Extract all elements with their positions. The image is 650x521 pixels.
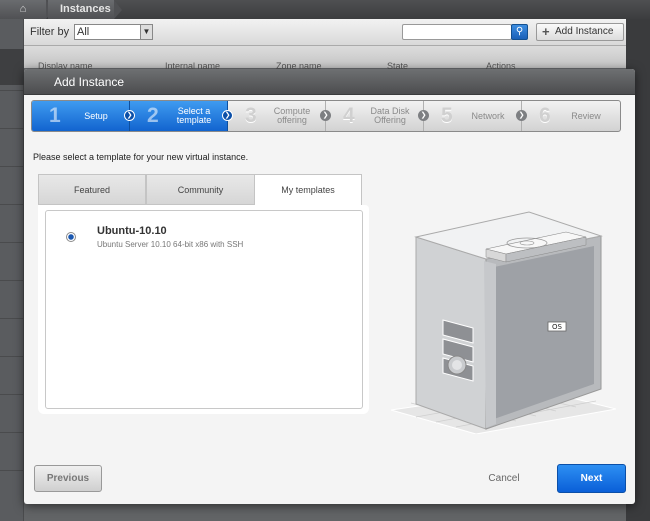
cancel-button[interactable]: Cancel bbox=[474, 469, 534, 489]
nav-divider bbox=[0, 242, 24, 243]
plus-icon: + bbox=[542, 24, 550, 39]
tab-featured[interactable]: Featured bbox=[38, 174, 146, 205]
step-label: Select a template bbox=[168, 107, 220, 125]
template-list: Ubuntu-10.10 Ubuntu Server 10.10 64-bit … bbox=[45, 210, 363, 409]
filter-select-value: All bbox=[77, 26, 90, 38]
step-number: 2 bbox=[147, 104, 159, 127]
next-button[interactable]: Next bbox=[557, 464, 626, 493]
filter-toolbar: Filter by All ▼ ⚲ + Add Instance bbox=[24, 19, 626, 46]
home-breadcrumb[interactable]: ⌂ bbox=[0, 0, 54, 19]
step-compute-offering[interactable]: 3 Compute offering ❯ bbox=[228, 101, 331, 131]
chevron-right-icon: ❯ bbox=[124, 110, 135, 121]
step-data-disk-offering[interactable]: 4 Data Disk Offering ❯ bbox=[326, 101, 429, 131]
search-icon: ⚲ bbox=[515, 26, 524, 37]
chevron-right-icon: ❯ bbox=[320, 110, 331, 121]
top-breadcrumb-bar: ⌂ Instances bbox=[0, 0, 650, 19]
template-radio[interactable] bbox=[66, 232, 76, 242]
step-number: 3 bbox=[245, 104, 257, 127]
search-button[interactable]: ⚲ bbox=[511, 24, 528, 40]
step-label-line2: Offering bbox=[374, 115, 406, 125]
step-number: 1 bbox=[49, 104, 61, 127]
step-label: Review bbox=[571, 111, 601, 121]
chevron-right-icon: ❯ bbox=[222, 110, 233, 121]
nav-divider bbox=[0, 204, 24, 205]
tab-community[interactable]: Community bbox=[146, 174, 255, 205]
template-panel: Ubuntu-10.10 Ubuntu Server 10.10 64-bit … bbox=[38, 205, 369, 414]
nav-divider bbox=[0, 394, 24, 395]
template-tabs: Featured Community My templates bbox=[38, 174, 362, 207]
nav-divider bbox=[0, 280, 24, 281]
add-instance-label: Add Instance bbox=[555, 26, 614, 37]
previous-button[interactable]: Previous bbox=[34, 465, 102, 492]
step-select-template[interactable]: 2 Select a template ❯ bbox=[130, 101, 233, 131]
step-network[interactable]: 5 Network ❯ bbox=[424, 101, 527, 131]
filter-select[interactable]: All ▼ bbox=[74, 24, 153, 40]
chevron-down-icon: ▼ bbox=[140, 25, 152, 39]
illustration-os-label: OS bbox=[552, 323, 563, 331]
step-number: 5 bbox=[441, 104, 453, 127]
step-setup[interactable]: 1 Setup ❯ bbox=[32, 101, 135, 131]
add-instance-dialog: Add Instance 1 Setup ❯ 2 Select a templat… bbox=[24, 69, 635, 504]
breadcrumb-instances[interactable]: Instances bbox=[48, 0, 122, 19]
dialog-title: Add Instance bbox=[24, 69, 635, 95]
nav-divider bbox=[0, 470, 24, 471]
nav-item-selected[interactable] bbox=[0, 49, 24, 85]
background-footer bbox=[24, 504, 626, 521]
nav-divider bbox=[0, 166, 24, 167]
step-label: Network bbox=[471, 111, 505, 121]
tab-my-templates[interactable]: My templates bbox=[254, 174, 362, 207]
grid-header: Display name Internal name Zone name Sta… bbox=[24, 46, 626, 71]
step-number: 4 bbox=[343, 104, 355, 127]
step-label-line2: offering bbox=[277, 115, 307, 125]
add-instance-button[interactable]: + Add Instance bbox=[536, 23, 624, 41]
filter-label: Filter by bbox=[30, 26, 70, 38]
nav-divider bbox=[0, 432, 24, 433]
nav-divider bbox=[0, 128, 24, 129]
server-tower-icon: OS bbox=[390, 211, 617, 435]
template-name: Ubuntu-10.10 bbox=[97, 225, 167, 237]
left-navigation bbox=[0, 19, 24, 521]
instruction-text: Please select a template for your new vi… bbox=[33, 152, 249, 162]
step-label: Data Disk Offering bbox=[364, 107, 416, 125]
search-input[interactable] bbox=[402, 24, 512, 40]
server-illustration: OS bbox=[386, 204, 617, 435]
nav-divider bbox=[0, 356, 24, 357]
home-icon: ⌂ bbox=[19, 3, 27, 15]
step-label: Setup bbox=[84, 111, 108, 121]
nav-divider bbox=[0, 90, 24, 91]
nav-divider bbox=[0, 318, 24, 319]
chevron-right-icon: ❯ bbox=[516, 110, 527, 121]
step-label-line2: template bbox=[176, 115, 212, 125]
wizard-steps: 1 Setup ❯ 2 Select a template ❯ 3 Compute… bbox=[31, 100, 621, 132]
step-review[interactable]: 6 Review bbox=[522, 101, 620, 131]
step-number: 6 bbox=[539, 104, 551, 127]
step-label: Compute offering bbox=[266, 107, 318, 125]
template-description: Ubuntu Server 10.10 64-bit x86 with SSH bbox=[97, 240, 244, 249]
chevron-right-icon: ❯ bbox=[418, 110, 429, 121]
